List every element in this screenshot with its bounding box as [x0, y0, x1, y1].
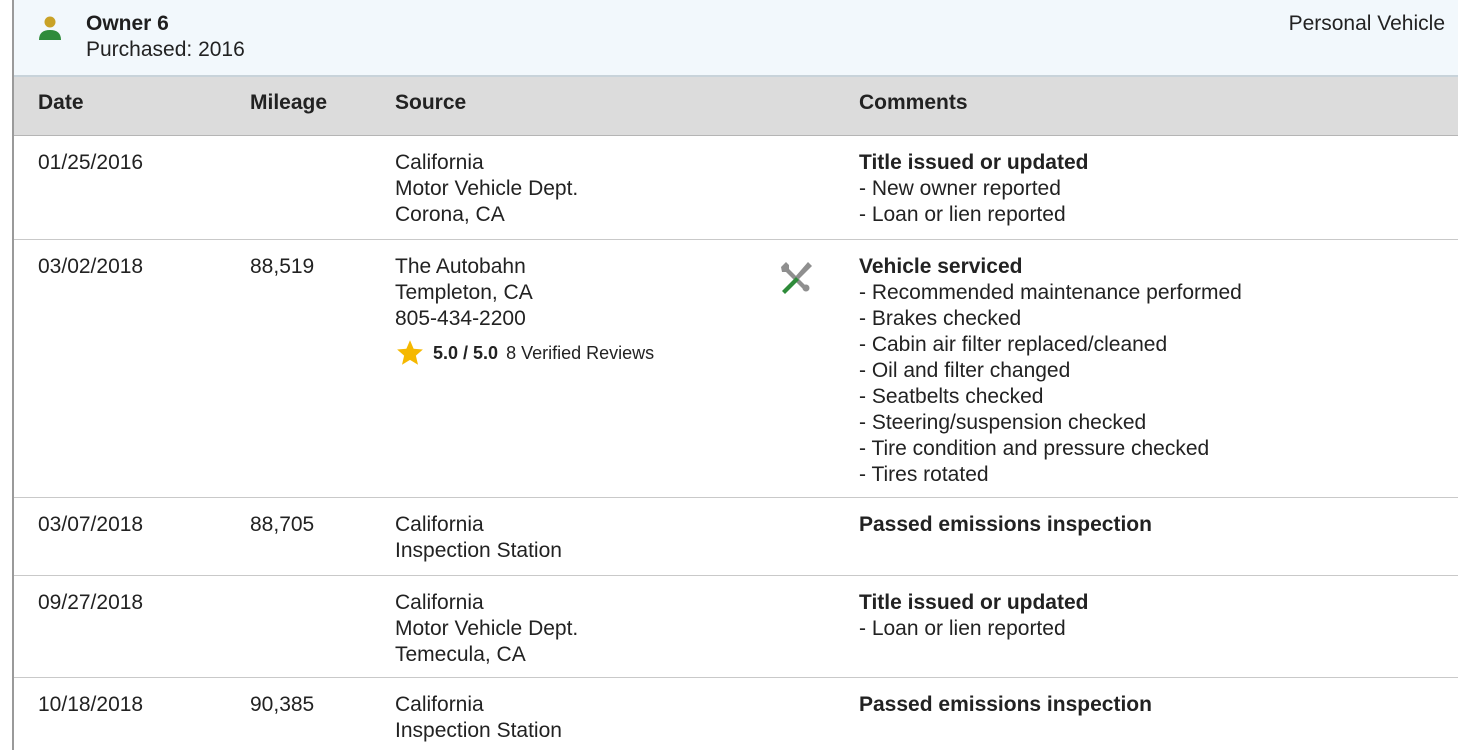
row-comments: Passed emissions inspection [859, 512, 1152, 538]
row-date: 09/27/2018 [38, 591, 144, 614]
owner-usage-type: Personal Vehicle [1288, 12, 1445, 35]
history-table-header: Date Mileage Source Comments [14, 77, 1458, 136]
source-line: California [395, 693, 484, 716]
comment-item: - Loan or lien reported [859, 617, 1066, 640]
source-line: The Autobahn [395, 255, 526, 278]
shop-rating[interactable]: 5.0 / 5.0 8 Verified Reviews [395, 338, 654, 368]
row-comments: Vehicle serviced - Recommended maintenan… [859, 254, 1242, 488]
table-row: 09/27/2018 California Motor Vehicle Dept… [14, 576, 1458, 678]
comment-item: - Oil and filter changed [859, 359, 1071, 382]
comment-item: - Brakes checked [859, 307, 1022, 330]
comment-item: - Steering/suspension checked [859, 411, 1147, 434]
source-line: Corona, CA [395, 203, 505, 226]
row-mileage: 88,705 [250, 513, 315, 536]
row-comments: Title issued or updated - New owner repo… [859, 150, 1088, 228]
column-header-date: Date [38, 91, 84, 114]
source-line: 805-434-2200 [395, 307, 526, 330]
row-source: The Autobahn Templeton, CA 805-434-2200 … [395, 254, 654, 368]
row-comments: Title issued or updated - Loan or lien r… [859, 590, 1088, 642]
row-date: 10/18/2018 [38, 693, 144, 716]
row-source: California Inspection Station [395, 512, 562, 564]
table-row: 03/07/2018 88,705 California Inspection … [14, 498, 1458, 576]
comment-title: Title issued or updated [859, 591, 1089, 614]
source-line: California [395, 513, 484, 536]
owner-header: Owner 6 Purchased: 2016 Personal Vehicle [14, 0, 1458, 77]
table-row: 10/18/2018 90,385 California Inspection … [14, 678, 1458, 750]
row-date: 03/02/2018 [38, 255, 144, 278]
source-line: Temecula, CA [395, 643, 526, 666]
row-source: California Motor Vehicle Dept. Temecula,… [395, 590, 578, 668]
source-line: Motor Vehicle Dept. [395, 177, 579, 200]
source-line: Motor Vehicle Dept. [395, 617, 579, 640]
column-header-comments: Comments [859, 91, 968, 114]
source-line: California [395, 591, 484, 614]
comment-item: - Recommended maintenance performed [859, 281, 1242, 304]
owner-name: Owner 6 [86, 12, 169, 35]
comment-item: - New owner reported [859, 177, 1061, 200]
comment-title: Title issued or updated [859, 151, 1089, 174]
owner-person-icon [39, 16, 61, 40]
star-icon [397, 340, 423, 365]
comment-item: - Tires rotated [859, 463, 989, 486]
source-line: California [395, 151, 484, 174]
service-wrench-screwdriver-icon [781, 262, 812, 294]
column-header-source: Source [395, 91, 467, 114]
owner-purchased: Purchased: 2016 [86, 38, 245, 61]
comment-title: Passed emissions inspection [859, 513, 1152, 536]
comment-item: - Cabin air filter replaced/cleaned [859, 333, 1168, 356]
comment-item: - Tire condition and pressure checked [859, 437, 1210, 460]
table-row: 01/25/2016 California Motor Vehicle Dept… [14, 136, 1458, 240]
source-line: Inspection Station [395, 719, 562, 742]
source-line: Templeton, CA [395, 281, 533, 304]
row-source: California Motor Vehicle Dept. Corona, C… [395, 150, 578, 228]
row-source: California Inspection Station [395, 692, 562, 744]
row-mileage: 88,519 [250, 255, 315, 278]
row-comments: Passed emissions inspection [859, 692, 1152, 718]
verified-reviews-link[interactable]: 8 Verified Reviews [506, 340, 654, 366]
rating-score: 5.0 / 5.0 [433, 343, 499, 363]
table-row: 03/02/2018 88,519 The Autobahn Templeton… [14, 240, 1458, 498]
source-line: Inspection Station [395, 539, 562, 562]
row-mileage: 90,385 [250, 693, 315, 716]
comment-item: - Loan or lien reported [859, 203, 1066, 226]
row-date: 01/25/2016 [38, 151, 144, 174]
comment-title: Vehicle serviced [859, 255, 1023, 278]
row-date: 03/07/2018 [38, 513, 144, 536]
column-header-mileage: Mileage [250, 91, 328, 114]
comment-title: Passed emissions inspection [859, 693, 1152, 716]
comment-item: - Seatbelts checked [859, 385, 1044, 408]
